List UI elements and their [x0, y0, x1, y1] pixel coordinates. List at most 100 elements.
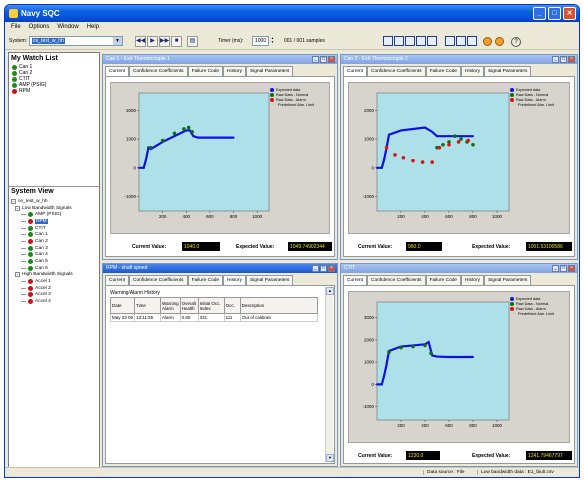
view-tile-4-icon[interactable] [416, 36, 426, 46]
view-cascade-icon[interactable] [427, 36, 437, 46]
legend-item: Predefined Alar. Limit [510, 311, 566, 316]
view-tile-1-icon[interactable] [383, 36, 393, 46]
view-grid-3-icon[interactable] [467, 36, 477, 46]
data-point [460, 135, 462, 138]
tree-item-selected[interactable]: RPM [11, 218, 99, 225]
table-cell: 331 [197, 313, 225, 322]
close-icon[interactable]: × [568, 265, 575, 272]
column-header[interactable]: Occ. [223, 297, 241, 314]
tab-signal-parameters[interactable]: Signal Parameters [245, 66, 294, 76]
tab-confidence[interactable]: Confidence Coefficients [367, 66, 426, 76]
tree-item[interactable]: Can 6 [11, 265, 99, 272]
tree-item[interactable]: Accel 1 [11, 278, 99, 285]
scroll-up-icon[interactable]: ▲ [326, 287, 334, 295]
tab-failure-code[interactable]: Failure Code [425, 66, 462, 76]
data-point [436, 355, 438, 358]
close-icon[interactable]: × [328, 56, 335, 63]
column-header[interactable]: Date [110, 297, 135, 314]
view-grid-1-icon[interactable] [445, 36, 455, 46]
menu-file[interactable]: File [11, 24, 21, 33]
tab-history[interactable]: History [461, 275, 484, 285]
collapse-icon[interactable]: − [11, 198, 16, 204]
tree-item[interactable]: CTIT [11, 225, 99, 232]
x-tick-label: 800 [230, 214, 238, 219]
tree-item[interactable]: Can 1 [11, 231, 99, 238]
view-tile-2-icon[interactable] [394, 36, 404, 46]
tree-item[interactable]: Can 4 [11, 252, 99, 259]
stop-icon[interactable]: ■ [171, 36, 182, 47]
tree-item[interactable]: Accel 4 [11, 298, 99, 305]
timer-input[interactable]: 1000 [252, 36, 269, 46]
minimize-icon[interactable]: _ [552, 56, 559, 63]
maximize-icon[interactable]: □ [560, 265, 567, 272]
table-row[interactable]: May 23 06 13:11:55 Alarm 0.80 331 111 Ou… [110, 313, 319, 322]
scroll-down-icon[interactable]: ▼ [326, 454, 334, 462]
tree-item-label: Accel 1 [35, 279, 51, 285]
maximize-icon[interactable]: □ [320, 265, 327, 272]
tab-failure-code[interactable]: Failure Code [187, 66, 224, 76]
tab-current[interactable]: Current [105, 275, 129, 285]
tab-failure-code[interactable]: Failure Code [187, 275, 224, 285]
tree-item[interactable]: Can 3 [11, 245, 99, 252]
tab-history[interactable]: History [223, 66, 246, 76]
tree-item[interactable]: Can 2 [11, 238, 99, 245]
maximize-icon[interactable]: □ [548, 7, 561, 20]
tab-confidence[interactable]: Confidence Coefficients [367, 275, 426, 285]
tree-item[interactable]: Accel 3 [11, 292, 99, 299]
tab-confidence[interactable]: Confidence Coefficients [129, 275, 188, 285]
minimize-icon[interactable]: _ [312, 265, 319, 272]
tree-item[interactable]: Accel 2 [11, 285, 99, 292]
fast-forward-icon[interactable]: ▶▶ [159, 36, 170, 47]
tab-signal-parameters[interactable]: Signal Parameters [483, 275, 532, 285]
menu-options[interactable]: Options [29, 24, 50, 33]
column-header[interactable]: Time [134, 297, 161, 314]
settings-icon[interactable] [483, 37, 492, 46]
tree-root[interactable]: − ce_test_w_hh [11, 198, 99, 205]
chevron-down-icon[interactable]: ▼ [113, 37, 122, 45]
timer-spinner-icon[interactable]: ▲ ▼ [270, 36, 275, 46]
tab-failure-code[interactable]: Failure Code [425, 275, 462, 285]
rewind-icon[interactable]: ◀◀ [135, 36, 146, 47]
system-select[interactable]: ce_test_w_hh ▼ [29, 36, 123, 46]
tree-item[interactable]: Can 5 [11, 258, 99, 265]
view-grid-2-icon[interactable] [456, 36, 466, 46]
tools-icon[interactable] [495, 37, 504, 46]
data-point [411, 344, 415, 349]
watch-item[interactable]: RPM [9, 88, 99, 94]
tree-item[interactable]: AMP (PSIG) [11, 211, 99, 218]
close-icon[interactable]: × [568, 56, 575, 63]
play-icon[interactable]: ▶ [147, 36, 158, 47]
column-header[interactable]: Description [239, 297, 319, 314]
status-alarm-icon [28, 238, 33, 244]
tab-signal-parameters[interactable]: Signal Parameters [245, 275, 294, 285]
maximize-icon[interactable]: □ [320, 56, 327, 63]
tree-group-low[interactable]: − Low Bandwidth Signals [11, 205, 99, 212]
tab-history[interactable]: History [461, 66, 484, 76]
record-icon[interactable]: ▤ [187, 36, 198, 47]
menu-window[interactable]: Window [57, 24, 78, 33]
column-header[interactable]: Warning Alarm [160, 297, 181, 314]
column-header[interactable]: Initial Occ. Index [197, 297, 225, 314]
minimize-icon[interactable]: _ [533, 7, 546, 20]
close-icon[interactable]: × [328, 265, 335, 272]
view-tile-3-icon[interactable] [405, 36, 415, 46]
help-icon[interactable]: ? [511, 37, 521, 47]
column-header[interactable]: Overall Health [179, 297, 199, 314]
minimize-icon[interactable]: _ [552, 265, 559, 272]
tab-signal-parameters[interactable]: Signal Parameters [483, 66, 532, 76]
menu-help[interactable]: Help [87, 24, 99, 33]
tab-confidence[interactable]: Confidence Coefficients [129, 66, 188, 76]
y-tick-label: -1000 [362, 194, 374, 199]
x-tick-label: 1000 [252, 214, 263, 219]
vertical-scrollbar[interactable]: ▲ ▼ [325, 287, 334, 462]
maximize-icon[interactable]: □ [560, 56, 567, 63]
data-point [185, 129, 188, 132]
data-point [399, 345, 403, 350]
minimize-icon[interactable]: _ [312, 56, 319, 63]
tree-group-high[interactable]: − High Bandwidth Signals [11, 272, 99, 279]
legend-label: Expected data [516, 296, 541, 301]
collapse-icon[interactable]: − [15, 272, 20, 278]
close-icon[interactable]: ✕ [563, 7, 576, 20]
collapse-icon[interactable]: − [15, 205, 20, 211]
y-tick-label: 0 [371, 382, 374, 387]
